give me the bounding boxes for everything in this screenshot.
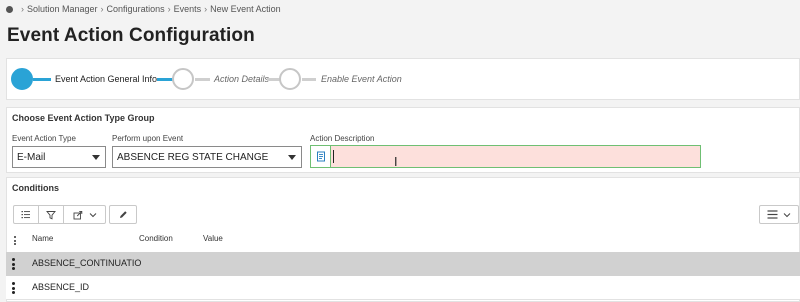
step-connector: [195, 78, 210, 81]
breadcrumb-item-events[interactable]: Events: [174, 4, 202, 14]
section-title-conditions: Conditions: [12, 183, 59, 193]
export-button[interactable]: [64, 206, 105, 223]
chevron-right-icon: ›: [100, 4, 104, 14]
perform-upon-event-value: ABSENCE REG STATE CHANGE: [117, 151, 269, 163]
export-icon: [73, 210, 82, 219]
conditions-toolbar: [13, 205, 106, 224]
dropdown-caret-icon: [288, 155, 296, 160]
wizard-step-general-info[interactable]: Event Action General Info: [11, 59, 157, 99]
wizard-step-label: Action Details: [214, 74, 270, 84]
table-row[interactable]: ABSENCE_ID: [6, 276, 800, 300]
chevron-right-icon: ›: [21, 4, 24, 14]
step-active-circle-icon: [11, 68, 33, 90]
chevron-down-icon: [783, 212, 791, 217]
dropdown-caret-icon: [92, 155, 100, 160]
breadcrumb-item-current: New Event Action: [210, 4, 281, 14]
table-settings-button[interactable]: [760, 206, 798, 223]
step-inactive-circle-icon: [172, 68, 194, 90]
filter-button[interactable]: [39, 206, 64, 223]
column-menu-kebab-icon[interactable]: [14, 236, 17, 245]
perform-upon-event-label: Perform upon Event: [112, 134, 184, 143]
action-description-input[interactable]: [335, 146, 695, 167]
edit-toolbar: [109, 205, 137, 224]
table-settings-toolbar: [759, 205, 799, 224]
wizard-steps: Event Action General Info Action Details…: [6, 58, 800, 100]
table-menu-icon: [767, 210, 778, 219]
table-row[interactable]: ABSENCE_CONTINUATIO: [6, 252, 800, 276]
text-caret: [333, 150, 334, 163]
page-title: Event Action Configuration: [7, 25, 255, 46]
step-connector: [33, 78, 51, 81]
step-connector: [157, 78, 173, 81]
wizard-step-enable[interactable]: Enable Event Action: [279, 59, 402, 99]
row-menu-kebab-icon[interactable]: [12, 258, 15, 272]
filter-icon: [46, 210, 56, 220]
ibeam-cursor-icon: I: [394, 155, 398, 169]
column-header-value[interactable]: Value: [203, 234, 223, 243]
list-view-button[interactable]: [14, 206, 39, 223]
wizard-step-label: Event Action General Info: [55, 74, 158, 84]
edit-button[interactable]: [110, 206, 136, 223]
pencil-icon: [120, 210, 127, 218]
breadcrumb-item-solution-manager[interactable]: Solution Manager: [27, 4, 98, 14]
wizard-step-label: Enable Event Action: [321, 74, 402, 84]
row-name-cell: ABSENCE_ID: [32, 282, 90, 292]
chevron-down-icon: [89, 212, 96, 217]
event-action-type-select[interactable]: E-Mail: [12, 146, 106, 168]
column-header-name[interactable]: Name: [32, 234, 53, 243]
chevron-right-icon: ›: [167, 4, 171, 14]
row-menu-kebab-icon[interactable]: [12, 282, 15, 296]
action-description-label: Action Description: [310, 134, 375, 143]
step-connector: [302, 78, 316, 81]
perform-upon-event-select[interactable]: ABSENCE REG STATE CHANGE: [112, 146, 302, 168]
section-title-type-group: Choose Event Action Type Group: [12, 113, 155, 123]
home-dot-icon[interactable]: [6, 5, 13, 13]
event-action-type-value: E-Mail: [17, 151, 46, 163]
event-action-type-label: Event Action Type: [12, 134, 76, 143]
breadcrumb-item-configurations[interactable]: Configurations: [107, 4, 165, 14]
wizard-step-action-details[interactable]: Action Details: [172, 59, 269, 99]
list-icon: [21, 211, 30, 219]
chevron-right-icon: ›: [204, 4, 208, 14]
notes-icon[interactable]: [311, 146, 331, 167]
breadcrumb: › Solution Manager › Configurations › Ev…: [0, 0, 800, 18]
row-name-cell: ABSENCE_CONTINUATIO: [32, 258, 142, 268]
column-header-condition[interactable]: Condition: [139, 234, 173, 243]
step-inactive-circle-icon: [279, 68, 301, 90]
action-description-field[interactable]: [310, 145, 701, 168]
